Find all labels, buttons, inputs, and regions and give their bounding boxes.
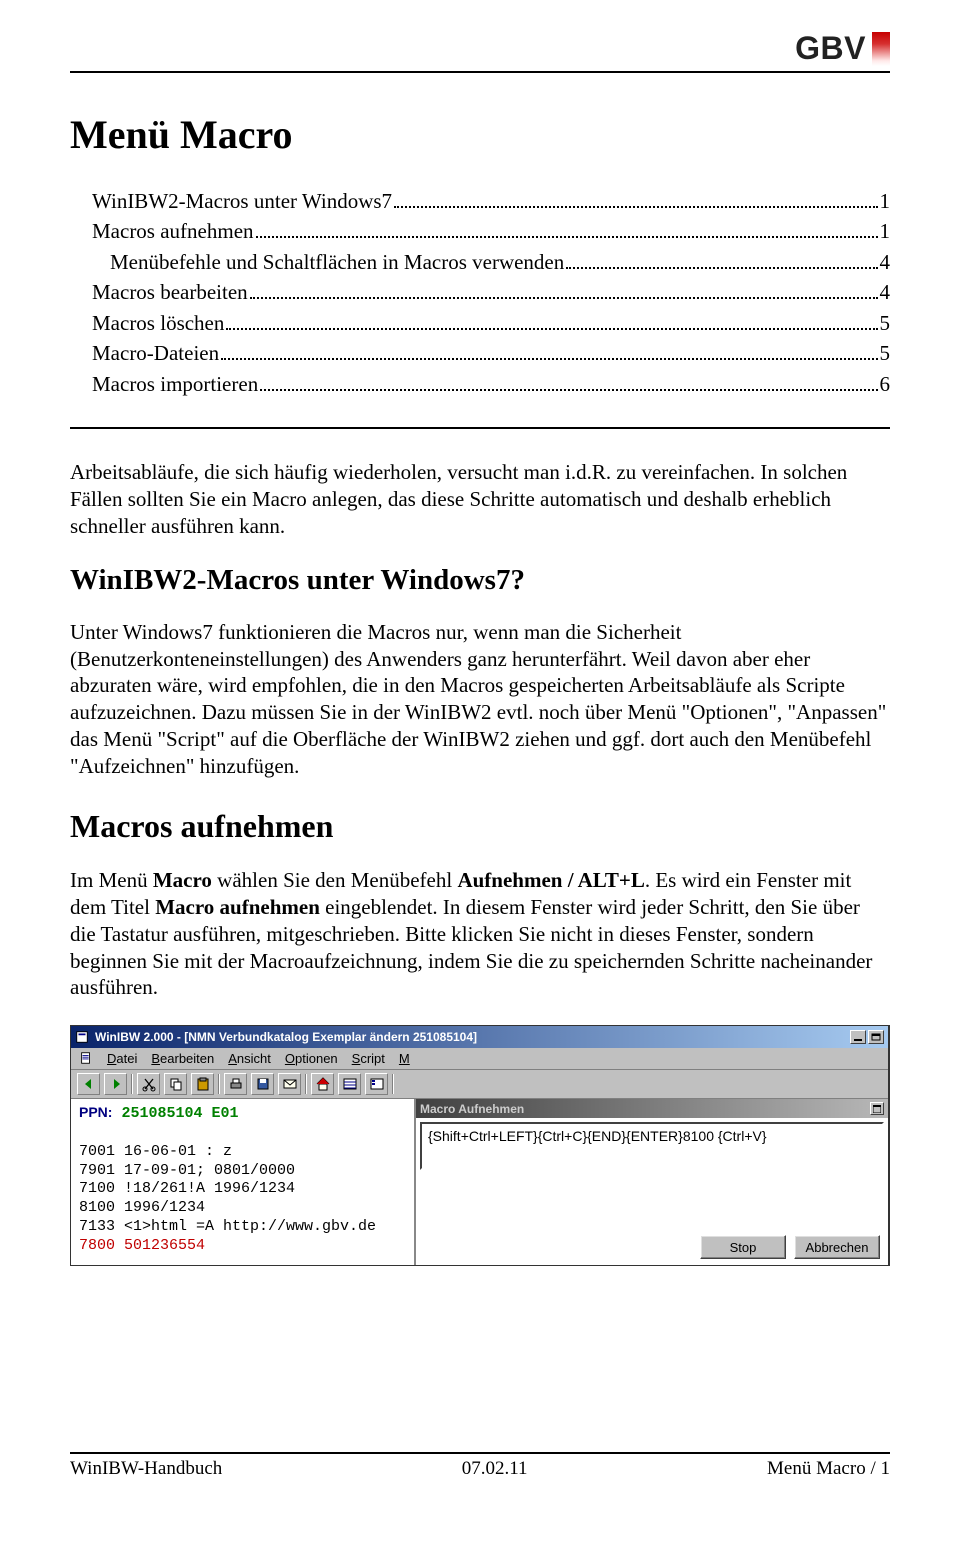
toc-dots (566, 267, 877, 269)
minimize-button[interactable] (850, 1030, 866, 1044)
app-toolbar (71, 1070, 888, 1099)
section-winibw2-para: Unter Windows7 funktionieren die Macros … (70, 619, 890, 780)
tool-form[interactable] (365, 1073, 388, 1095)
macro-window-titlebar: Macro Aufnehmen (416, 1099, 888, 1118)
section-aufnehmen-title: Macros aufnehmen (70, 808, 890, 845)
record-line: 7901 17-09-01; 0801/0000 (79, 1162, 295, 1179)
toc-label: Macro-Dateien (92, 338, 219, 368)
toc-page: 4 (880, 277, 891, 307)
stop-button[interactable]: Stop (700, 1235, 786, 1259)
toc-entry[interactable]: Menübefehle und Schaltflächen in Macros … (110, 247, 890, 277)
toc-label: Macros löschen (92, 308, 224, 338)
tool-back[interactable] (77, 1073, 100, 1095)
app-icon (75, 1030, 89, 1044)
tool-copy[interactable] (164, 1073, 187, 1095)
record-line: 7001 16-06-01 : z (79, 1143, 232, 1160)
toc-entry[interactable]: Macros löschen 5 (92, 308, 890, 338)
brand-text: GBV (795, 30, 866, 67)
document-icon (79, 1051, 93, 1065)
intro-paragraph: Arbeitsabläufe, die sich häufig wiederho… (70, 459, 890, 540)
menu-bearbeiten[interactable]: Bearbeiten (151, 1051, 214, 1066)
toc-label: Macros importieren (92, 369, 258, 399)
toc-entry[interactable]: Macros bearbeiten 4 (92, 277, 890, 307)
section-rule (70, 427, 890, 429)
toc-label: Macros aufnehmen (92, 216, 254, 246)
tool-grid[interactable] (338, 1073, 361, 1095)
toc-page: 1 (880, 216, 891, 246)
toc-label: Macros bearbeiten (92, 277, 248, 307)
toc-dots (256, 236, 878, 238)
app-screenshot: WinIBW 2.000 - [NMN Verbundkatalog Exemp… (70, 1025, 890, 1266)
record-pane: PPN: 251085104 E01 7001 16-06-01 : z 790… (71, 1099, 416, 1265)
toc-entry[interactable]: Macros importieren 6 (92, 369, 890, 399)
restore-button[interactable] (868, 1030, 884, 1044)
toc-entry[interactable]: Macro-Dateien 5 (92, 338, 890, 368)
tool-cut[interactable] (137, 1073, 160, 1095)
macro-window-title: Macro Aufnehmen (420, 1102, 524, 1116)
tool-print[interactable] (224, 1073, 247, 1095)
tool-paste[interactable] (191, 1073, 214, 1095)
tool-home[interactable] (311, 1073, 334, 1095)
footer-right: Menü Macro / 1 (767, 1458, 890, 1480)
record-line: 8100 1996/1234 (79, 1199, 205, 1216)
section-winibw2-title: WinIBW2-Macros unter Windows7? (70, 564, 890, 597)
toc-dots (250, 297, 878, 299)
toc-page: 6 (880, 369, 891, 399)
record-line-highlight: 7800 501236554 (79, 1237, 205, 1254)
cancel-button[interactable]: Abbrechen (794, 1235, 880, 1259)
record-line: 7100 !18/261!A 1996/1234 (79, 1180, 295, 1197)
menu-ansicht[interactable]: Ansicht (228, 1051, 271, 1066)
toc-entry[interactable]: WinIBW2-Macros unter Windows7 1 (92, 186, 890, 216)
tool-save[interactable] (251, 1073, 274, 1095)
tool-forward[interactable] (104, 1073, 127, 1095)
toc-label: Menübefehle und Schaltflächen in Macros … (110, 247, 564, 277)
table-of-contents: WinIBW2-Macros unter Windows71Macros auf… (92, 186, 890, 399)
toc-label: WinIBW2-Macros unter Windows7 (92, 186, 392, 216)
toc-dots (226, 328, 877, 330)
toc-page: 5 (880, 308, 891, 338)
page-title: Menü Macro (70, 111, 890, 158)
menu-m[interactable]: M (399, 1051, 410, 1066)
header-rule (70, 71, 890, 73)
toc-entry[interactable]: Macros aufnehmen 1 (92, 216, 890, 246)
toc-page: 5 (880, 338, 891, 368)
brand-header: GBV (70, 30, 890, 71)
macro-max-button[interactable] (870, 1102, 884, 1115)
menu-optionen[interactable]: Optionen (285, 1051, 338, 1066)
tool-mail[interactable] (278, 1073, 301, 1095)
brand-gradient-icon (872, 32, 890, 66)
toc-dots (260, 389, 877, 391)
app-titlebar: WinIBW 2.000 - [NMN Verbundkatalog Exemp… (71, 1026, 888, 1048)
ppn-label: PPN: (79, 1104, 112, 1120)
app-menubar: Datei Bearbeiten Ansicht Optionen Script… (71, 1048, 888, 1070)
section-aufnehmen-para: Im Menü Macro wählen Sie den Menübefehl … (70, 867, 890, 1001)
toc-dots (394, 206, 877, 208)
toc-page: 4 (880, 247, 891, 277)
record-line: 7133 <1>html =A http://www.gbv.de (79, 1218, 376, 1235)
toc-page: 1 (880, 186, 891, 216)
ppn-value: 251085104 E01 (121, 1105, 238, 1122)
menu-script[interactable]: Script (352, 1051, 385, 1066)
toc-dots (221, 358, 877, 360)
page-footer: WinIBW-Handbuch 07.02.11 Menü Macro / 1 (70, 1452, 890, 1490)
macro-keystroke-field[interactable]: {Shift+Ctrl+LEFT}{Ctrl+C}{END}{ENTER}810… (420, 1122, 884, 1170)
footer-center: 07.02.11 (462, 1458, 528, 1480)
menu-datei[interactable]: Datei (107, 1051, 137, 1066)
footer-left: WinIBW-Handbuch (70, 1458, 222, 1480)
app-title: WinIBW 2.000 - [NMN Verbundkatalog Exemp… (95, 1030, 477, 1044)
